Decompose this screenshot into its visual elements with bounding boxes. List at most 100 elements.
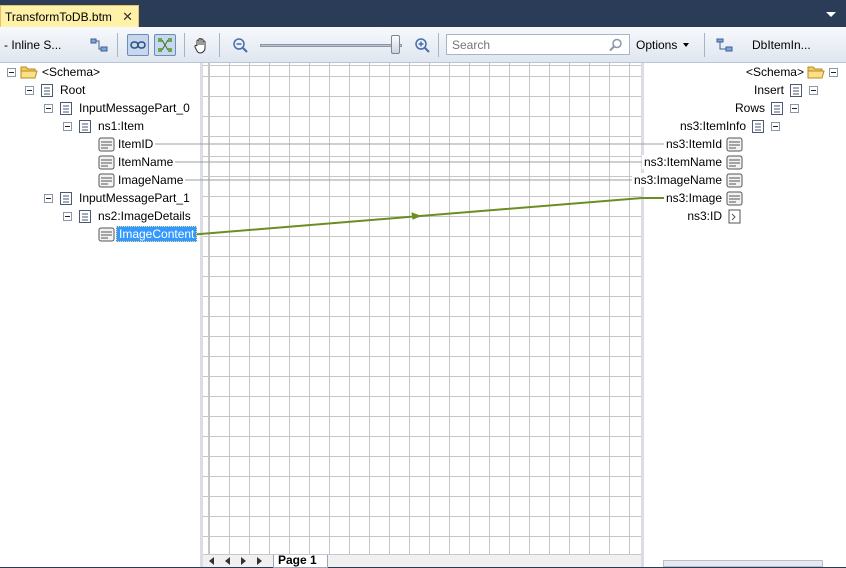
toolbar-separator: [117, 33, 118, 57]
tree-label: InputMessagePart_0: [79, 101, 190, 115]
collapse-icon[interactable]: [63, 121, 72, 131]
field-attribute-icon: [728, 209, 741, 223]
collapse-icon[interactable]: [809, 85, 818, 95]
dest-iteminfo-node[interactable]: ns3:ItemInfo: [678, 117, 780, 135]
document-tab-title: TransformToDB.btm: [5, 9, 112, 24]
tree-label: ImageName: [116, 173, 186, 187]
field-element-icon: [98, 137, 115, 151]
tree-label: ns3:ID: [687, 209, 722, 223]
dest-imagename-field[interactable]: ns3:ImageName: [631, 171, 743, 189]
destination-schema-label[interactable]: DbItemIn...: [752, 27, 811, 63]
indicate-matches-button[interactable]: [153, 27, 177, 63]
source-itemid-field[interactable]: ItemID: [98, 135, 156, 153]
document-tab[interactable]: TransformToDB.btm ✕: [0, 5, 139, 27]
dest-itemname-field[interactable]: ns3:ItemName: [641, 153, 743, 171]
search-icon[interactable]: [609, 38, 623, 55]
zoom-slider-track[interactable]: [260, 44, 402, 47]
destination-splitter[interactable]: [641, 63, 644, 567]
tree-label: ItemID: [116, 137, 156, 151]
tree-label: ns3:ItemName: [641, 155, 724, 169]
schema-icon[interactable]: [714, 27, 736, 63]
tree-label: ns3:ItemInfo: [679, 119, 746, 133]
folder-icon: [20, 66, 38, 79]
record-icon: [771, 101, 783, 115]
field-element-icon: [726, 155, 743, 169]
record-icon: [79, 209, 91, 223]
dest-itemid-field[interactable]: ns3:ItemId: [663, 135, 743, 153]
source-schema-node[interactable]: <Schema>: [7, 63, 102, 81]
first-page-icon[interactable]: [209, 557, 214, 565]
collapse-icon[interactable]: [44, 193, 53, 203]
record-icon: [41, 83, 53, 97]
field-element-icon: [726, 137, 743, 151]
collapse-icon[interactable]: [44, 103, 53, 113]
tree-label: ns1:Item: [98, 119, 145, 133]
toolbar-separator: [184, 33, 185, 57]
source-part1-node[interactable]: InputMessagePart_1: [44, 189, 192, 207]
dest-id-field[interactable]: ns3:ID: [685, 207, 743, 225]
tab-list-dropdown-icon[interactable]: [826, 12, 836, 17]
record-icon: [790, 83, 802, 97]
search-box[interactable]: [446, 34, 630, 55]
source-root-node[interactable]: Root: [25, 81, 87, 99]
toolbar-separator: [704, 33, 705, 57]
close-icon[interactable]: ✕: [122, 9, 133, 25]
source-item-node[interactable]: ns1:Item: [63, 117, 146, 135]
record-icon: [752, 119, 764, 133]
dest-insert-node[interactable]: Insert: [752, 81, 818, 99]
source-imagename-field[interactable]: ImageName: [98, 171, 186, 189]
page-1-tab[interactable]: Page 1: [273, 554, 328, 568]
pan-hand-icon[interactable]: [191, 27, 211, 63]
collapse-icon[interactable]: [790, 103, 799, 113]
zoom-in-icon[interactable]: [412, 27, 432, 63]
tree-label: <Schema>: [42, 65, 101, 79]
chevron-down-icon: [683, 43, 690, 47]
mapper-surface: <Schema> Root InputMessagePart_0 ns1:Ite…: [0, 63, 846, 568]
source-splitter[interactable]: [200, 63, 203, 567]
tree-label: ns3:ItemId: [663, 137, 724, 151]
tree-label-selected: ImageContent: [116, 226, 198, 242]
collapse-icon[interactable]: [7, 67, 16, 77]
tree-label: ns3:ImageName: [631, 173, 724, 187]
functoid-icon[interactable]: [88, 27, 110, 63]
tree-label: Root: [60, 83, 86, 97]
field-element-icon: [726, 173, 743, 187]
tree-label: ItemName: [116, 155, 176, 169]
search-input[interactable]: [447, 35, 607, 54]
source-imagedetails-node[interactable]: ns2:ImageDetails: [63, 207, 193, 225]
dest-rows-node[interactable]: Rows: [733, 99, 799, 117]
toolbar-separator: [219, 33, 220, 57]
collapse-icon[interactable]: [25, 85, 34, 95]
field-element-icon: [726, 191, 743, 205]
last-page-icon[interactable]: [257, 557, 262, 565]
tree-label: <Schema>: [745, 65, 804, 79]
tree-label: Insert: [753, 83, 784, 97]
field-element-icon: [98, 155, 115, 169]
link-mode-button[interactable]: [126, 27, 150, 63]
zoom-out-icon[interactable]: [230, 27, 250, 63]
source-imagecontent-field[interactable]: ImageContent: [98, 225, 198, 243]
collapse-icon[interactable]: [63, 211, 72, 221]
tree-label: Rows: [734, 101, 765, 115]
toolbox-label[interactable]: - Inline S...: [4, 27, 61, 63]
zoom-slider-thumb[interactable]: [391, 35, 400, 54]
source-part0-node[interactable]: InputMessagePart_0: [44, 99, 192, 117]
mapper-toolbar: - Inline S... Options DbItemIn...: [0, 27, 846, 63]
options-button[interactable]: Options: [636, 27, 690, 63]
dest-schema-node[interactable]: <Schema>: [744, 63, 838, 81]
record-icon: [60, 191, 72, 205]
collapse-icon[interactable]: [771, 121, 780, 131]
previous-page-icon[interactable]: [225, 557, 230, 565]
horizontal-scrollbar[interactable]: [663, 560, 823, 567]
collapse-icon[interactable]: [829, 67, 838, 77]
mapper-grid[interactable]: [202, 63, 643, 554]
record-icon: [60, 101, 72, 115]
next-page-icon[interactable]: [241, 557, 246, 565]
source-itemname-field[interactable]: ItemName: [98, 153, 176, 171]
tree-label: ns2:ImageDetails: [98, 209, 191, 223]
options-label: Options: [636, 38, 678, 52]
page-tab-bar: Page 1: [203, 554, 641, 568]
dest-image-field[interactable]: ns3:Image: [663, 189, 743, 207]
relink-icon: [154, 34, 176, 56]
folder-icon: [807, 66, 825, 79]
